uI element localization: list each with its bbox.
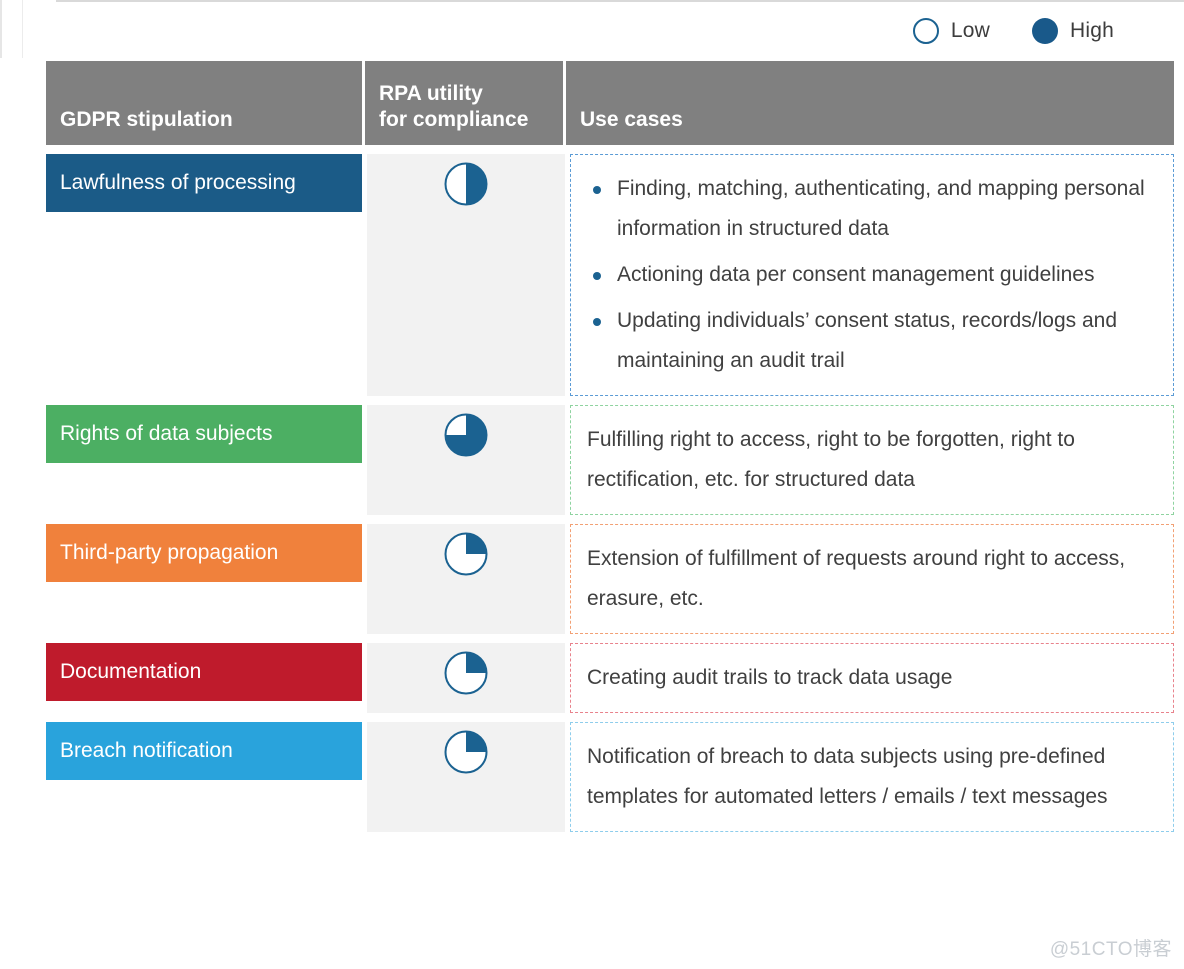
list-item: Updating individuals’ consent status, re… xyxy=(587,301,1155,381)
stipulation-label-bar[interactable]: Documentation xyxy=(46,643,362,701)
column-header-use-cases-label: Use cases xyxy=(580,108,683,131)
legend-item-high: High xyxy=(1032,18,1114,44)
rpa-utility-pie-icon xyxy=(444,162,488,206)
legend-label: High xyxy=(1070,19,1114,42)
table-row: Documentation Creating audit trails to tr… xyxy=(46,643,1174,713)
legend-low-circle-icon xyxy=(912,18,939,44)
use-cases-cell: Extension of fulfillment of requests aro… xyxy=(570,524,1174,634)
use-cases-cell: Creating audit trails to track data usag… xyxy=(570,643,1174,713)
use-case-text: Creating audit trails to track data usag… xyxy=(587,666,953,689)
column-header-rpa-utility-label: RPA utility for compliance xyxy=(379,82,529,131)
stipulation-cell: Rights of data subjects xyxy=(46,405,362,515)
table-header-row: GDPR stipulation RPA utility for complia… xyxy=(46,61,1174,145)
stipulation-label-text: Lawfulness of processing xyxy=(60,171,296,194)
rpa-utility-pie-icon xyxy=(444,413,488,457)
stipulation-label-bar[interactable]: Rights of data subjects xyxy=(46,405,362,463)
rpa-utility-cell xyxy=(367,154,565,396)
left-edge-rule xyxy=(0,0,2,58)
table-row: Third-party propagation Extension of fulf… xyxy=(46,524,1174,634)
gdpr-table: GDPR stipulation RPA utility for complia… xyxy=(46,61,1174,832)
stipulation-cell: Documentation xyxy=(46,643,362,713)
stipulation-label-bar[interactable]: Breach notification xyxy=(46,722,362,780)
stipulation-label-bar[interactable]: Third-party propagation xyxy=(46,524,362,582)
rpa-utility-pie-icon xyxy=(444,730,488,774)
column-header-gdpr-stipulation: GDPR stipulation xyxy=(46,61,362,145)
rpa-utility-pie-icon xyxy=(444,532,488,576)
table-row: Breach notification Notification of breac… xyxy=(46,722,1174,832)
stipulation-label-text: Third-party propagation xyxy=(60,541,279,564)
stipulation-label-bar[interactable]: Lawfulness of processing xyxy=(46,154,362,212)
rpa-utility-pie-icon xyxy=(444,651,488,695)
watermark: @51CTO博客 xyxy=(1049,939,1172,960)
list-item: Actioning data per consent management gu… xyxy=(587,255,1155,295)
legend-item-low: Low xyxy=(912,18,990,44)
stipulation-cell: Breach notification xyxy=(46,722,362,832)
legend: Low High xyxy=(912,18,1114,44)
left-inner-rule xyxy=(22,0,23,58)
rpa-utility-cell xyxy=(367,524,565,634)
column-header-use-cases: Use cases xyxy=(566,61,1174,145)
legend-high-circle-icon xyxy=(1032,18,1058,44)
use-cases-list: Finding, matching, authenticating, and m… xyxy=(587,169,1155,381)
stipulation-label-text: Documentation xyxy=(60,660,202,683)
table-body: Lawfulness of processing Finding, matchin… xyxy=(46,154,1174,832)
rpa-utility-cell xyxy=(367,405,565,515)
use-case-text: Notification of breach to data subjects … xyxy=(587,745,1108,808)
top-rule xyxy=(56,0,1184,2)
column-header-gdpr-stipulation-label: GDPR stipulation xyxy=(60,108,233,131)
column-header-rpa-utility: RPA utility for compliance xyxy=(365,61,563,145)
rpa-utility-cell xyxy=(367,643,565,713)
table-row: Lawfulness of processing Finding, matchin… xyxy=(46,154,1174,396)
use-cases-cell: Notification of breach to data subjects … xyxy=(570,722,1174,832)
use-cases-cell: Finding, matching, authenticating, and m… xyxy=(570,154,1174,396)
stipulation-cell: Lawfulness of processing xyxy=(46,154,362,396)
list-item: Finding, matching, authenticating, and m… xyxy=(587,169,1155,249)
table-row: Rights of data subjects Fulfilling right … xyxy=(46,405,1174,515)
use-case-text: Extension of fulfillment of requests aro… xyxy=(587,547,1126,610)
gdpr-rpa-utility-slide: Low High GDPR stipulation RPA utility for… xyxy=(0,0,1184,969)
stipulation-label-text: Breach notification xyxy=(60,739,233,762)
stipulation-label-text: Rights of data subjects xyxy=(60,422,273,445)
use-cases-cell: Fulfilling right to access, right to be … xyxy=(570,405,1174,515)
stipulation-cell: Third-party propagation xyxy=(46,524,362,634)
legend-label: Low xyxy=(950,19,990,42)
use-case-text: Fulfilling right to access, right to be … xyxy=(587,428,1075,491)
rpa-utility-cell xyxy=(367,722,565,832)
